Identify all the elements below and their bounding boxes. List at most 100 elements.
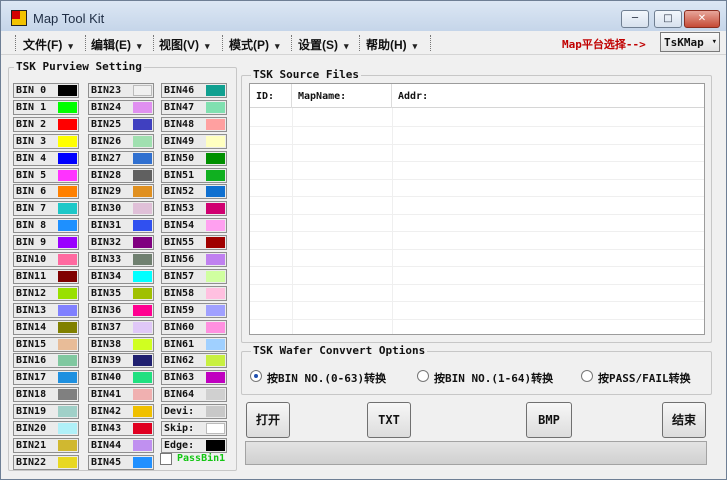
bin-cell[interactable]: BIN 5: [13, 168, 79, 183]
minimize-button[interactable]: ─: [621, 10, 649, 28]
column-header-id[interactable]: ID:: [250, 84, 292, 108]
bin-cell[interactable]: BIN42: [88, 404, 154, 419]
bin-cell[interactable]: BIN32: [88, 235, 154, 250]
bin-color-swatch[interactable]: [133, 153, 152, 164]
bin-cell[interactable]: BIN 6: [13, 184, 79, 199]
bin-cell[interactable]: BIN54: [161, 218, 227, 233]
bin-cell[interactable]: BIN64: [161, 387, 227, 402]
bin-cell[interactable]: BIN60: [161, 320, 227, 335]
pass-bin1-checkbox[interactable]: [160, 453, 172, 465]
bin-color-swatch[interactable]: [206, 237, 225, 248]
bin-color-swatch[interactable]: [58, 288, 77, 299]
bin-cell[interactable]: BIN15: [13, 337, 79, 352]
bin-color-swatch[interactable]: [206, 406, 225, 417]
bin-color-swatch[interactable]: [206, 85, 225, 96]
bin-color-swatch[interactable]: [133, 406, 152, 417]
bin-cell[interactable]: BIN59: [161, 303, 227, 318]
bin-cell[interactable]: BIN34: [88, 269, 154, 284]
bin-cell[interactable]: BIN63: [161, 370, 227, 385]
bin-cell[interactable]: BIN45: [88, 455, 154, 470]
bin-color-swatch[interactable]: [133, 457, 152, 468]
bin-color-swatch[interactable]: [58, 203, 77, 214]
bin-color-swatch[interactable]: [133, 322, 152, 333]
radio-bin-0-63[interactable]: [250, 370, 262, 382]
menu-edit[interactable]: 编辑(E) ▾: [91, 36, 142, 53]
bin-cell[interactable]: BIN46: [161, 83, 227, 98]
bin-cell[interactable]: BIN49: [161, 134, 227, 149]
menu-mode[interactable]: 模式(P) ▾: [229, 36, 280, 53]
bin-color-swatch[interactable]: [58, 136, 77, 147]
menu-settings[interactable]: 设置(S) ▾: [298, 36, 349, 53]
bin-cell[interactable]: BIN 7: [13, 201, 79, 216]
bin-color-swatch[interactable]: [58, 271, 77, 282]
bmp-button[interactable]: BMP: [526, 402, 572, 438]
bin-color-swatch[interactable]: [58, 102, 77, 113]
bin-cell[interactable]: BIN62: [161, 353, 227, 368]
bin-color-swatch[interactable]: [206, 153, 225, 164]
bin-color-swatch[interactable]: [206, 288, 225, 299]
bin-color-swatch[interactable]: [58, 305, 77, 316]
bin-color-swatch[interactable]: [58, 254, 77, 265]
radio-pass-fail[interactable]: [581, 370, 593, 382]
bin-color-swatch[interactable]: [133, 305, 152, 316]
bin-color-swatch[interactable]: [58, 423, 77, 434]
bin-color-swatch[interactable]: [58, 170, 77, 181]
bin-cell[interactable]: BIN36: [88, 303, 154, 318]
bin-cell[interactable]: BIN13: [13, 303, 79, 318]
bin-color-swatch[interactable]: [206, 372, 225, 383]
bin-cell[interactable]: BIN40: [88, 370, 154, 385]
bin-color-swatch[interactable]: [58, 119, 77, 130]
bin-color-swatch[interactable]: [133, 254, 152, 265]
bin-cell[interactable]: BIN35: [88, 286, 154, 301]
bin-cell[interactable]: BIN18: [13, 387, 79, 402]
bin-cell[interactable]: BIN39: [88, 353, 154, 368]
bin-color-swatch[interactable]: [58, 389, 77, 400]
bin-cell[interactable]: BIN52: [161, 184, 227, 199]
bin-color-swatch[interactable]: [58, 372, 77, 383]
bin-color-swatch[interactable]: [206, 119, 225, 130]
column-header-addr[interactable]: Addr:: [392, 84, 704, 108]
menu-view[interactable]: 视图(V) ▾: [159, 36, 210, 53]
bin-color-swatch[interactable]: [206, 440, 225, 451]
source-files-table[interactable]: ID: MapName: Addr:: [249, 83, 705, 335]
bin-cell[interactable]: BIN53: [161, 201, 227, 216]
bin-color-swatch[interactable]: [58, 457, 77, 468]
bin-color-swatch[interactable]: [133, 389, 152, 400]
bin-cell[interactable]: BIN17: [13, 370, 79, 385]
bin-color-swatch[interactable]: [133, 102, 152, 113]
bin-cell[interactable]: BIN 8: [13, 218, 79, 233]
bin-cell[interactable]: Skip:: [161, 421, 227, 436]
bin-color-swatch[interactable]: [206, 355, 225, 366]
bin-color-swatch[interactable]: [58, 186, 77, 197]
bin-color-swatch[interactable]: [58, 85, 77, 96]
bin-cell[interactable]: Edge:: [161, 438, 227, 453]
bin-color-swatch[interactable]: [206, 203, 225, 214]
bin-cell[interactable]: BIN 9: [13, 235, 79, 250]
bin-color-swatch[interactable]: [133, 119, 152, 130]
bin-color-swatch[interactable]: [206, 170, 225, 181]
bin-color-swatch[interactable]: [206, 423, 225, 434]
bin-color-swatch[interactable]: [133, 423, 152, 434]
maximize-button[interactable]: □: [654, 10, 682, 28]
bin-cell[interactable]: BIN44: [88, 438, 154, 453]
bin-cell[interactable]: BIN57: [161, 269, 227, 284]
bin-cell[interactable]: BIN 0: [13, 83, 79, 98]
bin-cell[interactable]: BIN16: [13, 353, 79, 368]
bin-color-swatch[interactable]: [58, 322, 77, 333]
bin-cell[interactable]: BIN 1: [13, 100, 79, 115]
bin-cell[interactable]: BIN48: [161, 117, 227, 132]
bin-color-swatch[interactable]: [58, 406, 77, 417]
open-button[interactable]: 打开: [246, 402, 290, 438]
finish-button[interactable]: 结束: [662, 402, 706, 438]
bin-cell[interactable]: Devi:: [161, 404, 227, 419]
bin-cell[interactable]: BIN26: [88, 134, 154, 149]
bin-color-swatch[interactable]: [133, 271, 152, 282]
bin-color-swatch[interactable]: [133, 136, 152, 147]
bin-color-swatch[interactable]: [133, 288, 152, 299]
bin-cell[interactable]: BIN30: [88, 201, 154, 216]
bin-cell[interactable]: BIN55: [161, 235, 227, 250]
bin-color-swatch[interactable]: [206, 254, 225, 265]
bin-color-swatch[interactable]: [133, 186, 152, 197]
column-header-mapname[interactable]: MapName:: [292, 84, 392, 108]
bin-color-swatch[interactable]: [133, 440, 152, 451]
